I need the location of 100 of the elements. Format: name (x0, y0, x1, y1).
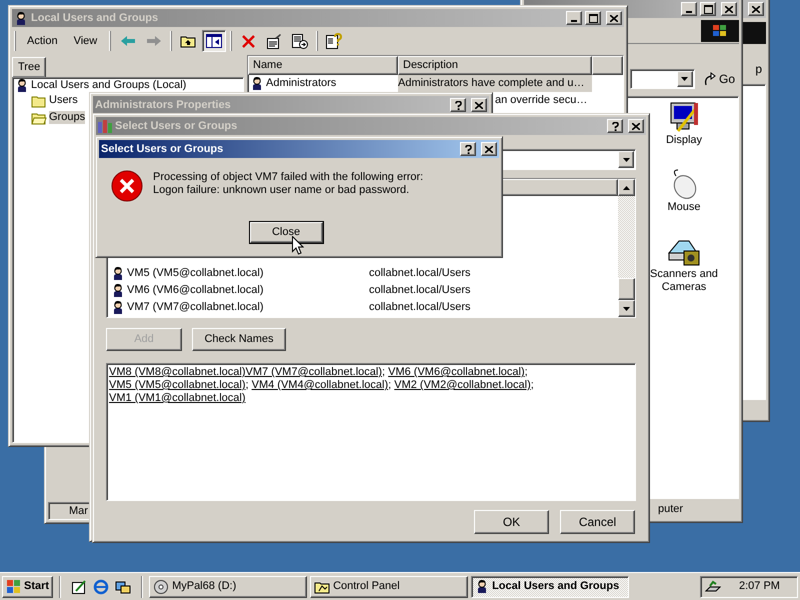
user-icon (111, 300, 125, 315)
taskbar-button[interactable]: Local Users and Groups (471, 576, 630, 598)
table-cell-text: an override secu… (495, 93, 588, 108)
icon-label[interactable]: Scanners and Cameras (648, 268, 720, 294)
tree-item[interactable]: Users (49, 94, 78, 107)
down-arrow-icon (622, 158, 630, 162)
name-link[interactable]: VM5 (VM5@collabnet.local) (109, 379, 246, 391)
name-link[interactable]: VM7 (VM7@collabnet.local) (246, 366, 382, 378)
user-icon (111, 266, 125, 281)
close-button[interactable] (748, 2, 764, 16)
start-button[interactable]: Start (2, 576, 54, 598)
channels-icon[interactable] (115, 578, 132, 594)
close-button[interactable] (721, 2, 737, 16)
folder-icon (31, 94, 47, 108)
scrollbar[interactable] (618, 179, 635, 317)
close-button[interactable]: Close (250, 222, 322, 243)
back-arrow-icon (121, 36, 136, 46)
name-link[interactable]: VM8 (VM8@collabnet.local) (109, 366, 246, 378)
name-link[interactable]: VM2 (VM2@collabnet.local) (394, 379, 531, 391)
table-cell-text: VM6 (VM6@collabnet.local) (127, 283, 264, 298)
close-button[interactable] (606, 11, 622, 25)
menu-item[interactable]: View (66, 32, 104, 50)
help-icon (612, 122, 618, 130)
separator-text: ; (246, 379, 249, 391)
window-title: Administrators Properties (95, 98, 231, 113)
user-icon (15, 78, 29, 92)
address-field[interactable] (630, 69, 695, 89)
maximize-button[interactable] (700, 2, 716, 16)
table-cell-text: VM5 (VM5@collabnet.local) (127, 266, 264, 282)
tree-tab[interactable]: Tree (12, 57, 46, 77)
names-text-area[interactable]: VM8 (VM8@collabnet.local)VM7 (VM7@collabnet.local); VM6 (VM6@collabnet.local); VM5 (VM5@collabnet.local); VM4 (VM4@collabnet.local); VM2 (VM2@collabnet.local); VM1 (VM1@collabnet.local) (106, 363, 636, 501)
close-icon (610, 14, 618, 22)
windows-logo-icon (713, 24, 727, 36)
icon-label[interactable]: Mouse (667, 201, 701, 214)
error-message: Logon failure: unknown user name or bad password. (153, 184, 410, 197)
table-cell-text: collabnet.local/Users (369, 283, 470, 298)
down-arrow-icon (623, 306, 630, 310)
icon-label[interactable]: Display (666, 134, 702, 147)
maximize-button[interactable] (585, 11, 601, 25)
close-icon (632, 122, 640, 130)
go-button[interactable]: Go (698, 68, 739, 90)
folder-icon (314, 580, 330, 594)
help-button[interactable] (460, 142, 476, 156)
cancel-button[interactable]: Cancel (560, 510, 635, 534)
minimize-button[interactable] (566, 11, 582, 25)
close-icon (475, 102, 483, 108)
maximize-icon (588, 14, 598, 22)
ok-button[interactable]: OK (474, 510, 549, 534)
table-cell-text: Administrators (266, 76, 336, 92)
help-button[interactable] (607, 119, 623, 133)
go-arrow-icon (702, 72, 717, 86)
table-cell-text: collabnet.local/Users (369, 300, 470, 316)
table-cell-text: collabnet.local/Users (369, 266, 470, 282)
taskbar-button[interactable]: Control Panel (310, 576, 468, 598)
help-icon (454, 100, 462, 110)
windows-logo-icon (6, 580, 22, 594)
drive-icon (153, 578, 170, 594)
name-link[interactable]: VM4 (VM4@collabnet.local) (252, 379, 388, 391)
toolbar-text: p (755, 61, 762, 78)
column-header[interactable]: Description (398, 56, 592, 75)
help-icon (464, 144, 472, 154)
properties-icon (266, 34, 282, 48)
status-text: puter (658, 502, 684, 517)
browser-icon[interactable] (93, 578, 110, 594)
network-icon[interactable] (705, 578, 721, 594)
menu-item[interactable]: Action (20, 32, 65, 50)
up-arrow-icon (623, 186, 630, 190)
user-icon (14, 10, 28, 26)
clock: 2:07 PM (739, 579, 780, 594)
close-icon (485, 146, 493, 152)
check-names-button[interactable]: Check Names (192, 328, 286, 351)
separator-text: ; (530, 379, 534, 391)
close-icon (752, 6, 760, 12)
monitor-icon (668, 101, 700, 133)
show-tree-button[interactable] (202, 30, 226, 52)
table-cell-text: VM7 (VM7@collabnet.local) (127, 300, 264, 316)
name-link[interactable]: VM1 (VM1@collabnet.local) (109, 392, 246, 404)
close-button[interactable] (471, 98, 487, 112)
separator-text: ; (524, 366, 528, 378)
taskbar-button[interactable]: MyPal68 (D:) (149, 576, 308, 598)
separator-text: ; (382, 366, 386, 378)
help-button[interactable] (450, 98, 466, 112)
table-cell: Administrators have complete and u… (398, 75, 592, 92)
delete-icon (242, 34, 255, 48)
open-folder-icon (31, 110, 47, 124)
column-header[interactable]: Name (248, 56, 398, 75)
help-topics-icon (326, 33, 342, 49)
directory-icon (98, 120, 112, 132)
minimize-button[interactable] (681, 2, 697, 16)
close-button[interactable] (481, 142, 497, 156)
tree-item[interactable]: Groups (49, 111, 86, 124)
folder-up-icon (180, 34, 196, 48)
name-link[interactable]: VM6 (VM6@collabnet.local) (388, 366, 525, 378)
tree-item[interactable]: Local Users and Groups (Local) (31, 78, 186, 92)
error-icon (111, 170, 143, 202)
close-button[interactable] (628, 119, 644, 133)
tree-pane-icon (206, 34, 222, 48)
error-message: Processing of object VM7 failed with the following error: (153, 171, 424, 184)
scrollbar-thumb[interactable] (618, 278, 635, 300)
desktop-icon[interactable] (71, 578, 88, 594)
